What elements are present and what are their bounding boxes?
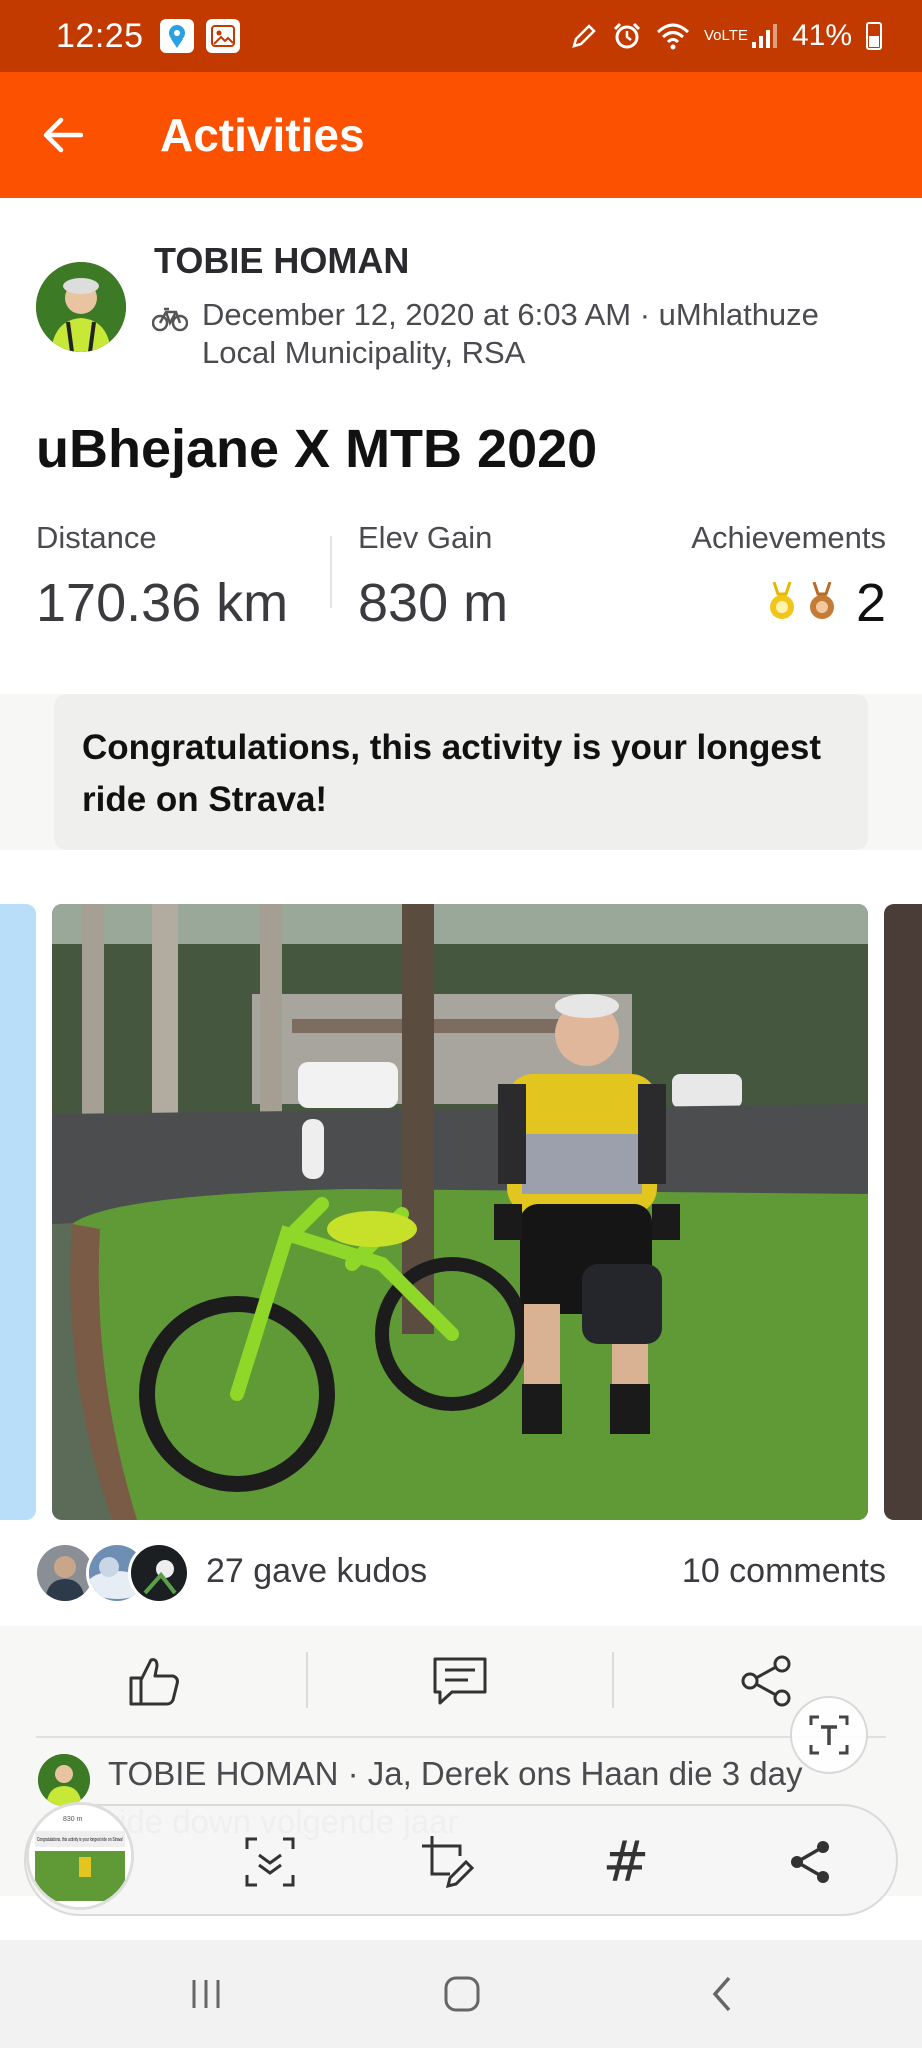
back-chevron-icon xyxy=(712,1976,731,2012)
capture-scroll-button[interactable] xyxy=(226,1818,314,1906)
draw-button[interactable] xyxy=(404,1818,492,1906)
elev-gain-value: 830 m xyxy=(358,573,509,633)
divider xyxy=(36,1736,886,1738)
hashtag-button[interactable]: # xyxy=(582,1818,670,1906)
status-bar: 12:25 VoLTE 41% xyxy=(0,0,922,72)
achievements-count: 2 xyxy=(855,573,886,633)
text-extract-icon xyxy=(809,1715,849,1755)
extract-text-button[interactable] xyxy=(790,1696,868,1774)
commenter-avatar[interactable] xyxy=(38,1754,90,1806)
activity-photo[interactable] xyxy=(52,904,868,1520)
share-icon xyxy=(741,1655,791,1707)
action-bar xyxy=(0,1626,922,1736)
share-icon xyxy=(791,1841,829,1883)
bike-icon xyxy=(152,307,188,332)
edit-icon xyxy=(572,24,596,48)
stat-divider xyxy=(330,536,332,608)
alarm-icon xyxy=(613,22,641,49)
previous-photo[interactable] xyxy=(0,904,36,1520)
action-divider xyxy=(306,1652,308,1708)
crop-edit-icon xyxy=(422,1836,475,1889)
distance-label: Distance xyxy=(36,520,157,555)
comments-count[interactable]: 10 comments xyxy=(682,1552,886,1591)
congrats-section: Congratulations, this activity is your l… xyxy=(0,694,922,850)
action-divider xyxy=(612,1652,614,1708)
elev-gain-label: Elev Gain xyxy=(358,520,493,555)
system-nav-bar xyxy=(0,1940,922,2048)
kudos-count[interactable]: 27 gave kudos xyxy=(206,1552,427,1591)
kudos-button[interactable] xyxy=(4,1626,304,1736)
screenshot-toolbar: 830 m Congratulations, this activity is … xyxy=(24,1802,898,1916)
page-title: Activities xyxy=(160,109,365,161)
screenshot-thumbnail[interactable]: 830 m Congratulations, this activity is … xyxy=(26,1802,134,1910)
hashtag-icon: # xyxy=(602,1829,650,1895)
gallery-notification-icon xyxy=(205,19,240,53)
activity-stats: Distance 170.36 km Elev Gain 830 m Achie… xyxy=(0,520,922,640)
back-nav-button[interactable] xyxy=(682,1964,762,2024)
bronze-medal-icon xyxy=(810,582,834,619)
thumbnail-value: 830 m xyxy=(63,1816,83,1823)
congrats-message: Congratulations, this activity is your l… xyxy=(54,694,868,850)
scroll-capture-icon xyxy=(245,1837,295,1887)
thumbs-up-icon xyxy=(129,1658,179,1706)
recent-apps-icon xyxy=(192,1980,220,2008)
app-header: Activities xyxy=(0,72,922,198)
kudos-row: 27 gave kudos 10 comments xyxy=(0,1530,922,1616)
battery-icon xyxy=(866,22,882,50)
home-icon xyxy=(444,1976,480,2012)
gold-medal-icon xyxy=(770,582,794,619)
distance-value: 170.36 km xyxy=(36,573,289,633)
location-notification-icon xyxy=(159,19,194,53)
share-button[interactable] xyxy=(616,1626,916,1736)
next-photo[interactable] xyxy=(884,904,922,1520)
recent-apps-button[interactable] xyxy=(166,1964,246,2024)
activity-title: uBhejane X MTB 2020 xyxy=(36,419,598,479)
comment-icon xyxy=(433,1657,487,1705)
athlete-name[interactable]: TOBIE HOMAN xyxy=(154,240,409,282)
athlete-avatar[interactable] xyxy=(36,262,126,352)
signal-icon xyxy=(751,24,777,48)
home-button[interactable] xyxy=(422,1964,502,2024)
photo-carousel[interactable] xyxy=(0,904,922,1520)
share-screenshot-button[interactable] xyxy=(766,1818,854,1906)
athlete-header: TOBIE HOMAN December 12, 2020 at 6:03 AM… xyxy=(0,198,922,398)
wifi-icon xyxy=(656,23,689,50)
thumbnail-caption: Congratulations, this activity is your l… xyxy=(37,1837,123,1843)
activity-meta: December 12, 2020 at 6:03 AM · uMhlathuz… xyxy=(202,297,819,370)
achievements-label: Achievements xyxy=(691,520,886,555)
status-time: 12:25 xyxy=(56,16,144,55)
network-label: VoLTE xyxy=(703,27,748,44)
back-button[interactable] xyxy=(18,90,108,180)
battery-percent: 41% xyxy=(791,19,852,52)
status-indicators: VoLTE 41% xyxy=(570,19,882,53)
back-arrow-icon xyxy=(43,117,83,153)
notification-icons xyxy=(159,19,240,53)
comment-button[interactable] xyxy=(310,1626,610,1736)
kudo-avatar[interactable] xyxy=(128,1542,190,1604)
